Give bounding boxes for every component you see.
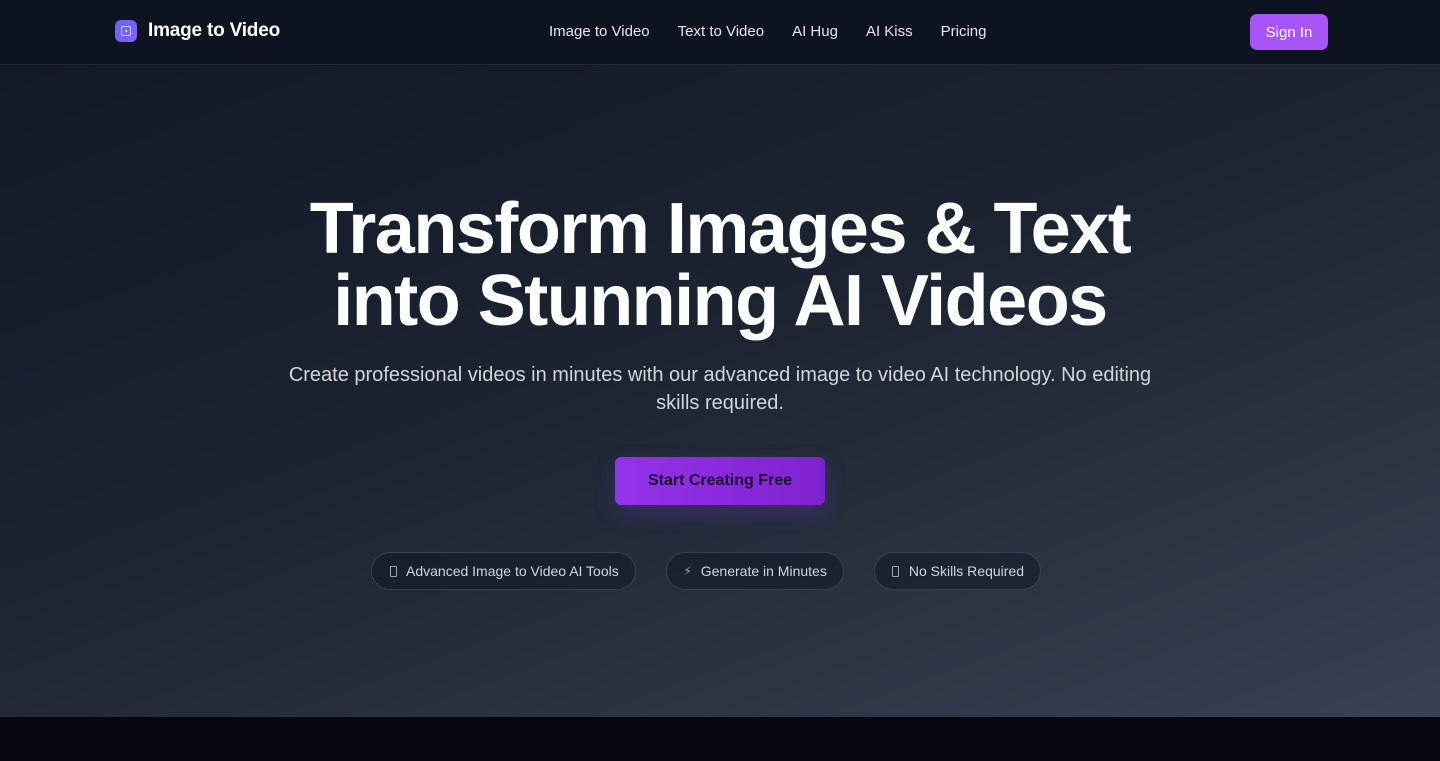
hero-title-line-1: Transform Images & Text — [309, 189, 1132, 269]
nav-item-ai-kiss[interactable]: AI Kiss — [866, 23, 913, 40]
nav-item-text-to-video[interactable]: Text to Video — [678, 23, 764, 40]
nav-item-pricing[interactable]: Pricing — [941, 23, 987, 40]
hero-title-line-2: into Stunning AI Videos — [333, 261, 1108, 341]
box-icon — [891, 565, 901, 577]
feature-pill-label: Generate in Minutes — [700, 563, 827, 579]
hero-section: Transform Images & Text into Stunning AI… — [0, 65, 1440, 717]
hero-subtitle: Create professional videos in minutes wi… — [288, 364, 1152, 414]
nav-item-ai-hug[interactable]: AI Hug — [792, 23, 838, 40]
start-creating-button[interactable]: Start Creating Free — [615, 457, 825, 505]
feature-pill-no-skills: No Skills Required — [873, 552, 1041, 590]
nav-item-image-to-video[interactable]: Image to Video — [549, 23, 650, 40]
brand-name: Image to Video — [148, 20, 280, 41]
lightning-icon: ⚡ — [683, 564, 692, 578]
feature-pill-label: Advanced Image to Video AI Tools — [406, 563, 619, 579]
feature-pill-label: No Skills Required — [908, 563, 1024, 579]
sign-in-button[interactable]: Sign In — [1250, 14, 1328, 50]
brand-link[interactable]: Image to Video — [115, 20, 280, 42]
header-inner: Image to Video Image to Video Text to Vi… — [0, 0, 1440, 64]
box-icon — [388, 565, 398, 577]
feature-pills: Advanced Image to Video AI Tools ⚡ Gener… — [371, 552, 1041, 590]
site-header: Image to Video Image to Video Text to Vi… — [0, 0, 1440, 65]
feature-pill-ai-tools: Advanced Image to Video AI Tools — [371, 552, 636, 590]
feature-pill-generate-minutes: ⚡ Generate in Minutes — [665, 552, 844, 590]
next-section-edge — [0, 717, 1440, 761]
hero-title: Transform Images & Text into Stunning AI… — [0, 193, 1440, 337]
video-logo-icon — [115, 20, 137, 42]
main-nav: Image to Video Text to Video AI Hug AI K… — [549, 23, 987, 40]
